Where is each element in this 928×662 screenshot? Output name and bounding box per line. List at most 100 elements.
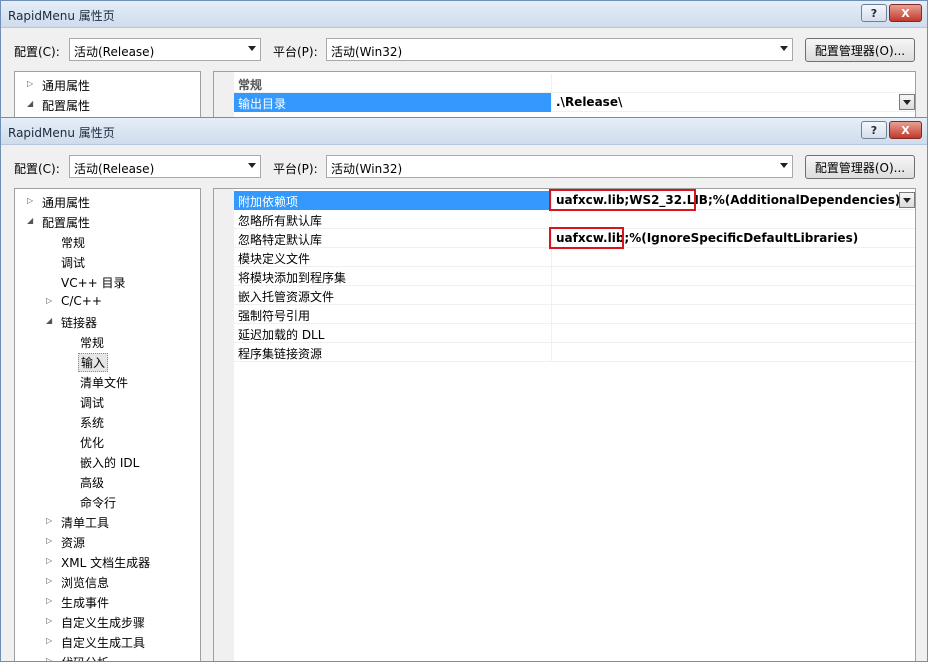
back-grid-category: 常规 xyxy=(234,74,915,93)
grid-row-force-symbol-references[interactable]: 强制符号引用 xyxy=(234,305,915,324)
highlight-box-dependencies xyxy=(549,189,696,211)
tree-item-label: 系统 xyxy=(80,416,105,430)
platform-label: 平台(P): xyxy=(273,162,318,176)
expand-arrow-icon[interactable]: ▷ xyxy=(46,616,52,625)
property-name: 将模块添加到程序集 xyxy=(234,267,552,286)
back-platform-combo[interactable]: 活动(Win32) xyxy=(326,38,793,61)
property-name: 模块定义文件 xyxy=(234,248,552,267)
expand-arrow-icon[interactable]: ▷ xyxy=(27,79,33,88)
back-category-tree[interactable]: ▷ 通用属性 ◢ 配置属性 xyxy=(14,71,201,119)
back-config-manager-button[interactable]: 配置管理器(O)... xyxy=(805,38,915,62)
property-name: 忽略所有默认库 xyxy=(234,210,552,229)
property-grid: 附加依赖项 uafxcw.lib;WS2_32.LIB;%(Additional… xyxy=(213,188,916,661)
category-label: 常规 xyxy=(234,74,552,93)
tree-item-label: 自定义生成工具 xyxy=(61,636,146,650)
back-config-label: 配置(C): xyxy=(14,45,60,59)
value-dropdown-button[interactable] xyxy=(899,94,915,110)
property-name: 嵌入托管资源文件 xyxy=(234,286,552,305)
tree-item-label: 代码分析 xyxy=(59,654,111,661)
chevron-down-icon xyxy=(903,100,911,105)
expand-arrow-icon[interactable]: ▷ xyxy=(46,636,52,645)
collapse-arrow-icon[interactable]: ◢ xyxy=(27,99,33,108)
tree-item-label: 生成事件 xyxy=(61,596,110,610)
title-bar[interactable]: RapidMenu 属性页 ? X xyxy=(1,118,927,145)
tree-item-label: 链接器 xyxy=(61,316,98,330)
grid-row-module-definition-file[interactable]: 模块定义文件 xyxy=(234,248,915,267)
tree-item-label: VC++ 目录 xyxy=(61,276,126,290)
grid-row-delay-loaded-dlls[interactable]: 延迟加载的 DLL xyxy=(234,324,915,343)
property-name: 输出目录 xyxy=(234,93,552,112)
expand-arrow-icon[interactable]: ▷ xyxy=(46,536,52,545)
back-help-button[interactable]: ? xyxy=(861,4,887,22)
expand-arrow-icon[interactable]: ▷ xyxy=(27,196,33,205)
expand-arrow-icon[interactable]: ▷ xyxy=(46,576,52,585)
back-window-title: RapidMenu 属性页 xyxy=(8,9,115,23)
property-value[interactable] xyxy=(552,286,915,305)
tree-item-label: 常规 xyxy=(80,336,105,350)
grid-gutter xyxy=(214,189,234,661)
property-name: 强制符号引用 xyxy=(234,305,552,324)
tree-item-label: 配置属性 xyxy=(42,216,91,230)
tree-item-label: 高级 xyxy=(80,476,105,490)
window-title: RapidMenu 属性页 xyxy=(8,126,115,140)
back-platform-value: 活动(Win32) xyxy=(331,45,403,59)
back-title-bar[interactable]: RapidMenu 属性页 ? X xyxy=(1,1,927,28)
property-value[interactable] xyxy=(552,343,915,362)
tree-item-label: 调试 xyxy=(61,256,86,270)
back-platform-label: 平台(P): xyxy=(273,45,318,59)
config-manager-button[interactable]: 配置管理器(O)... xyxy=(805,155,915,179)
property-value[interactable] xyxy=(552,324,915,343)
property-value[interactable]: .\Release\ xyxy=(552,93,915,112)
tree-item-label: 配置属性 xyxy=(42,99,91,113)
tree-item-label: 嵌入的 IDL xyxy=(80,456,140,470)
property-value[interactable] xyxy=(552,305,915,324)
config-combo[interactable]: 活动(Release) xyxy=(69,155,261,178)
platform-value: 活动(Win32) xyxy=(331,162,403,176)
tree-item-label: 命令行 xyxy=(80,496,117,510)
tree-item-label: 调试 xyxy=(80,396,105,410)
tree-item-label: 清单文件 xyxy=(80,376,129,390)
expand-arrow-icon[interactable]: ▷ xyxy=(46,656,52,661)
expand-arrow-icon[interactable]: ▷ xyxy=(46,296,52,305)
grid-row-assembly-link-resource[interactable]: 程序集链接资源 xyxy=(234,343,915,362)
property-name: 程序集链接资源 xyxy=(234,343,552,362)
category-tree[interactable]: ▷ 通用属性 ◢ 配置属性 常规 调试 VC++ 目录 ▷ C/C++ ◢ 链接… xyxy=(14,188,201,661)
property-name: 延迟加载的 DLL xyxy=(234,324,552,343)
chevron-down-icon xyxy=(248,46,256,51)
back-config-value: 活动(Release) xyxy=(74,45,155,59)
chevron-down-icon xyxy=(903,198,911,203)
tree-item-label: 自定义生成步骤 xyxy=(61,616,146,630)
property-value[interactable] xyxy=(552,248,915,267)
expand-arrow-icon[interactable]: ▷ xyxy=(46,556,52,565)
tree-item-label: 输入 xyxy=(78,353,109,372)
grid-gutter xyxy=(214,72,234,119)
property-value[interactable] xyxy=(552,267,915,286)
tree-item-label: 清单工具 xyxy=(61,516,110,530)
front-property-window: RapidMenu 属性页 ? X 配置(C): 活动(Release) 平台(… xyxy=(0,117,928,662)
tree-item-label: 资源 xyxy=(61,536,86,550)
collapse-arrow-icon[interactable]: ◢ xyxy=(46,316,52,325)
property-name: 附加依赖项 xyxy=(234,191,552,210)
value-dropdown-button[interactable] xyxy=(899,192,915,208)
highlight-box-ignore-lib xyxy=(549,227,624,249)
grid-row-embed-managed-resource[interactable]: 嵌入托管资源文件 xyxy=(234,286,915,305)
expand-arrow-icon[interactable]: ▷ xyxy=(46,596,52,605)
close-button[interactable]: X xyxy=(889,121,922,139)
property-name: 忽略特定默认库 xyxy=(234,229,552,248)
collapse-arrow-icon[interactable]: ◢ xyxy=(27,216,33,225)
help-button[interactable]: ? xyxy=(861,121,887,139)
chevron-down-icon xyxy=(780,46,788,51)
platform-combo[interactable]: 活动(Win32) xyxy=(326,155,793,178)
grid-row-add-module-to-assembly[interactable]: 将模块添加到程序集 xyxy=(234,267,915,286)
back-close-button[interactable]: X xyxy=(889,4,922,22)
tree-item-label: 优化 xyxy=(80,436,105,450)
config-toolbar: 配置(C): 活动(Release) 平台(P): 活动(Win32) 配置管理… xyxy=(1,146,927,186)
config-value: 活动(Release) xyxy=(74,162,155,176)
back-config-combo[interactable]: 活动(Release) xyxy=(69,38,261,61)
back-grid-row-output-dir[interactable]: 输出目录 .\Release\ xyxy=(234,93,915,112)
back-property-grid: 常规 输出目录 .\Release\ xyxy=(213,71,916,119)
tree-item-label: 常规 xyxy=(61,236,86,250)
expand-arrow-icon[interactable]: ▷ xyxy=(46,516,52,525)
config-label: 配置(C): xyxy=(14,162,60,176)
tree-item-label: C/C++ xyxy=(61,294,102,308)
